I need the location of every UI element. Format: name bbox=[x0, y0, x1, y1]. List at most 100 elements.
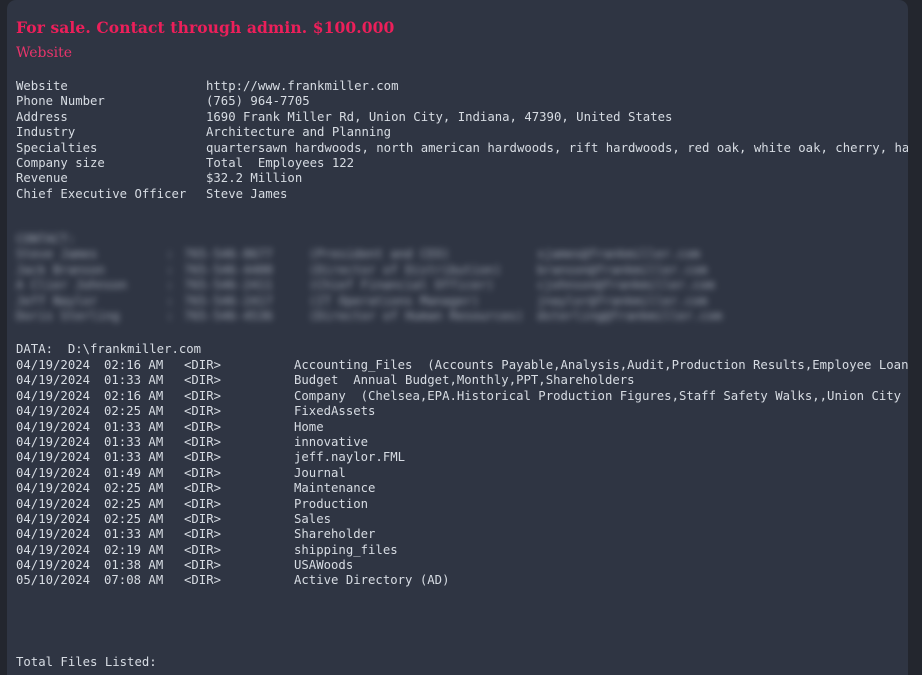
directory-time: 02:19 AM bbox=[104, 542, 164, 557]
directory-time: 01:33 AM bbox=[104, 527, 164, 542]
directory-date: 04/19/2024 bbox=[16, 450, 91, 465]
contact-row: Jack Branson:765-546-4400 (Director of Di… bbox=[16, 263, 906, 278]
info-value: Total Employees 122 bbox=[206, 155, 355, 170]
directory-date: 05/10/2024 bbox=[16, 573, 91, 588]
directory-date: 04/19/2024 bbox=[16, 481, 91, 496]
directory-date: 04/19/2024 bbox=[16, 358, 91, 372]
terminal-panel: For sale. Contact through admin. $100.00… bbox=[7, 0, 908, 675]
info-row: Specialties quartersawn hardwoods, north … bbox=[16, 141, 908, 156]
directory-name: innovative bbox=[294, 434, 369, 449]
directory-time: 01:33 AM bbox=[104, 434, 164, 449]
directory-row: 04/19/2024 01:38 AM <DIR> USAWoods bbox=[16, 558, 908, 573]
contact-title: (Chief Financial Officer) bbox=[309, 278, 495, 293]
directory-time: 01:33 AM bbox=[104, 419, 164, 434]
info-value: 1690 Frank Miller Rd, Union City, Indian… bbox=[206, 109, 673, 124]
directory-time: 02:25 AM bbox=[104, 496, 164, 511]
for-sale-banner: For sale. Contact through admin. $100.00… bbox=[16, 18, 395, 37]
contact-phone: 765-546-8677 bbox=[184, 247, 273, 262]
directory-name: Budget Annual Budget,Monthly,PPT,Shareho… bbox=[294, 373, 635, 388]
directory-type: <DIR> bbox=[184, 511, 222, 526]
contact-email: cjohnson@frankmiller.com bbox=[537, 278, 715, 293]
totals-heading: Total Files Listed: bbox=[16, 654, 157, 669]
info-value: http://www.frankmiller.com bbox=[206, 79, 399, 93]
contact-separator: : bbox=[166, 247, 174, 262]
directory-type: <DIR> bbox=[184, 542, 222, 557]
directory-row: 04/19/2024 01:33 AM <DIR> Shareholder bbox=[16, 527, 908, 542]
contact-phone: 765-546-4536 bbox=[184, 308, 273, 323]
directory-date: 04/19/2024 bbox=[16, 496, 91, 511]
directory-type: <DIR> bbox=[184, 558, 222, 573]
directory-date: 04/19/2024 bbox=[16, 542, 91, 557]
directory-name: Shareholder bbox=[294, 527, 376, 542]
contact-phone: 765-546-2417 bbox=[184, 293, 273, 308]
directory-name: Sales bbox=[294, 511, 332, 526]
contact-row: Steve James:765-546-8677 (President and C… bbox=[16, 247, 906, 262]
directory-date: 04/19/2024 bbox=[16, 388, 91, 403]
contact-email: jnaylor@frankmiller.com bbox=[537, 293, 708, 308]
directory-name: Accounting_Files (Accounts Payable,Analy… bbox=[294, 358, 908, 372]
directory-time: 01:33 AM bbox=[104, 373, 164, 388]
directory-time: 02:25 AM bbox=[104, 511, 164, 526]
contact-name: A Clier Johnson bbox=[16, 278, 128, 293]
directory-path-heading: DATA: D:\frankmiller.com bbox=[16, 342, 202, 356]
directory-date: 04/19/2024 bbox=[16, 558, 91, 573]
contact-title: (Director of Human Resources) bbox=[309, 308, 524, 323]
directory-row: 04/19/2024 02:25 AM <DIR> Sales bbox=[16, 512, 908, 527]
directory-time: 01:38 AM bbox=[104, 558, 164, 573]
contact-separator: : bbox=[166, 262, 174, 277]
contact-email: sjames@frankmiller.com bbox=[537, 247, 700, 262]
directory-listing: 04/19/2024 02:16 AM <DIR> Accounting_Files … bbox=[16, 358, 908, 589]
directory-row: 04/19/2024 01:49 AM <DIR> Journal bbox=[16, 466, 908, 481]
directory-date: 04/19/2024 bbox=[16, 465, 91, 480]
info-row: Company size Total Employees 122 bbox=[16, 156, 908, 171]
directory-time: 07:08 AM bbox=[104, 573, 164, 588]
info-label: Address bbox=[16, 109, 68, 124]
directory-type: <DIR> bbox=[184, 388, 222, 403]
directory-row: 04/19/2024 02:19 AM <DIR> shipping_files bbox=[16, 543, 908, 558]
directory-time: 02:16 AM bbox=[104, 358, 164, 372]
info-row: Address 1690 Frank Miller Rd, Union City,… bbox=[16, 110, 908, 125]
info-value: quartersawn hardwoods, north american ha… bbox=[206, 140, 908, 155]
directory-row: 04/19/2024 02:25 AM <DIR> FixedAssets bbox=[16, 404, 908, 419]
info-row: Revenue $32.2 Million bbox=[16, 171, 908, 186]
directory-type: <DIR> bbox=[184, 358, 222, 372]
contact-row: Jeff Naylor:765-546-2417 (IT Operations M… bbox=[16, 294, 906, 309]
directory-type: <DIR> bbox=[184, 450, 222, 465]
contact-title: (IT Operations Manager) bbox=[309, 293, 480, 308]
contact-separator: : bbox=[166, 293, 174, 308]
directory-name: jeff.naylor.FML bbox=[294, 450, 406, 465]
directory-date: 04/19/2024 bbox=[16, 527, 91, 542]
contact-title: (Director of Distribution) bbox=[309, 262, 502, 277]
website-link[interactable]: Website bbox=[16, 45, 72, 61]
directory-date: 04/19/2024 bbox=[16, 373, 91, 388]
directory-time: 01:33 AM bbox=[104, 450, 164, 465]
directory-name: shipping_files bbox=[294, 542, 398, 557]
info-value: Architecture and Planning bbox=[206, 125, 392, 140]
directory-row: 04/19/2024 01:33 AM <DIR> innovative bbox=[16, 435, 908, 450]
directory-date: 04/19/2024 bbox=[16, 419, 91, 434]
directory-name: Active Directory (AD) bbox=[294, 573, 450, 588]
directory-name: USAWoods bbox=[294, 558, 354, 573]
contact-separator: : bbox=[166, 308, 174, 323]
info-row: Industry Architecture and Planning bbox=[16, 125, 908, 140]
info-value: $32.2 Million bbox=[206, 171, 303, 186]
contact-email: dsterling@frankmiller.com bbox=[537, 308, 723, 323]
info-label: Company size bbox=[16, 155, 105, 170]
directory-type: <DIR> bbox=[184, 373, 222, 388]
directory-date: 04/19/2024 bbox=[16, 434, 91, 449]
info-label: Chief Executive Officer bbox=[16, 186, 187, 201]
info-label: Website bbox=[16, 79, 68, 93]
company-info-table: Website http://www.frankmiller.com Phone N… bbox=[16, 79, 908, 202]
contact-name: Steve James bbox=[16, 247, 98, 262]
directory-time: 02:16 AM bbox=[104, 388, 164, 403]
directory-type: <DIR> bbox=[184, 496, 222, 511]
directory-time: 01:49 AM bbox=[104, 465, 164, 480]
directory-row: 04/19/2024 02:25 AM <DIR> Production bbox=[16, 497, 908, 512]
directory-date: 04/19/2024 bbox=[16, 511, 91, 526]
directory-type: <DIR> bbox=[184, 434, 222, 449]
directory-row: 05/10/2024 07:08 AM <DIR> Active Directory … bbox=[16, 573, 908, 588]
info-row: Chief Executive Officer Steve James bbox=[16, 187, 908, 202]
info-value: Steve James bbox=[206, 186, 288, 201]
contact-row: A Clier Johnson:765-546-2411 (Chief Finan… bbox=[16, 278, 906, 293]
directory-row: 04/19/2024 01:33 AM <DIR> Budget Annual Bud… bbox=[16, 373, 908, 388]
